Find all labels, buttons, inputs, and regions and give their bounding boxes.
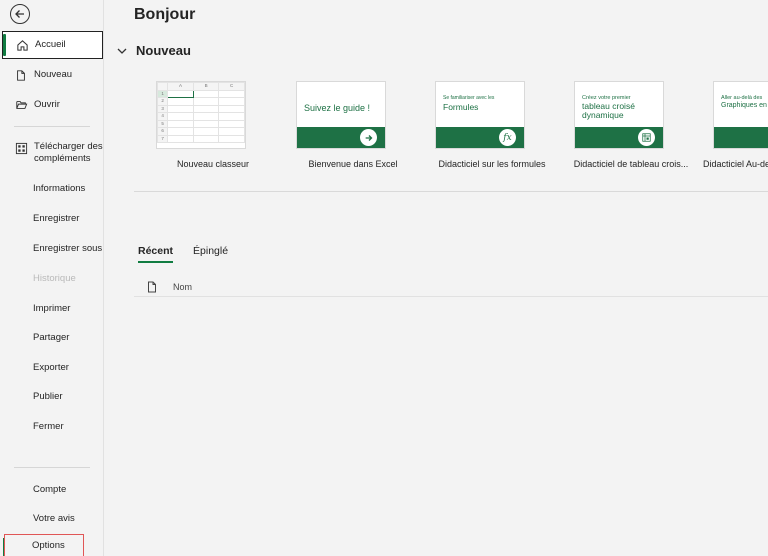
- sidebar-item-label: Publier: [33, 391, 63, 402]
- sidebar-divider: [14, 126, 90, 127]
- file-list-header: Nom: [134, 277, 768, 297]
- thumbnail-band: [714, 127, 768, 148]
- sidebar-item-label: Ouvrir: [34, 99, 60, 110]
- sidebar-item-print[interactable]: Imprimer: [0, 294, 104, 324]
- sidebar-item-publish[interactable]: Publier: [0, 382, 104, 412]
- sidebar-item-label: Accueil: [35, 39, 66, 50]
- addins-icon: [14, 141, 28, 155]
- home-icon: [15, 38, 29, 52]
- grid-row-header: 4: [157, 112, 169, 121]
- sidebar-item-label: Enregistrer sous: [33, 243, 103, 254]
- sidebar-item-save[interactable]: Enregistrer: [0, 204, 104, 234]
- column-header-name[interactable]: Nom: [173, 282, 192, 292]
- grid-col-header: A: [167, 82, 194, 91]
- sidebar-item-label: Télécharger des compléments: [34, 141, 103, 164]
- section-divider: [134, 191, 768, 192]
- backstage-sidebar: Accueil Nouveau Ouvrir Télécharger des c…: [0, 0, 104, 556]
- tab-pinned[interactable]: Épinglé: [193, 245, 228, 263]
- sidebar-item-save-as[interactable]: Enregistrer sous: [0, 234, 104, 264]
- grid-row-header: 3: [157, 104, 169, 113]
- template-thumbnail: Créez votre premier tableau croisé dynam…: [574, 81, 664, 149]
- sidebar-item-label: Votre avis: [33, 513, 75, 524]
- sidebar-item-label: Compte: [33, 484, 67, 495]
- backstage-main: Bonjour Nouveau A B C 1 2 3 4 5 6 7 Nouv…: [104, 0, 768, 556]
- sidebar-item-label: Nouveau: [34, 69, 73, 80]
- sidebar-item-open[interactable]: Ouvrir: [0, 90, 104, 120]
- sidebar-item-home[interactable]: Accueil: [2, 31, 103, 59]
- pivot-table-icon: [638, 129, 655, 146]
- template-caption: Didacticiel sur les formules: [438, 159, 546, 169]
- sidebar-item-label: Exporter: [33, 362, 69, 373]
- sidebar-item-share[interactable]: Partager: [0, 323, 104, 353]
- back-button[interactable]: [10, 4, 30, 24]
- sidebar-item-label: Options: [32, 540, 65, 551]
- sidebar-item-label: Fermer: [33, 421, 64, 432]
- grid-row-header: 7: [157, 134, 169, 143]
- spreadsheet-grid-preview: A B C 1 2 3 4 5 6 7: [157, 82, 245, 143]
- sidebar-item-export[interactable]: Exporter: [0, 353, 104, 383]
- sidebar-item-history: Historique: [0, 264, 104, 294]
- thumbnail-subtext: Aller au-delà des: [721, 95, 763, 101]
- template-caption: Nouveau classeur: [176, 159, 250, 169]
- template-thumbnail: Aller au-delà des Graphiques en: [713, 81, 768, 149]
- chevron-down-icon: [117, 48, 127, 54]
- sidebar-item-new[interactable]: Nouveau: [0, 60, 104, 90]
- template-thumbnail: Se familiariser avec les Formules fx: [435, 81, 525, 149]
- new-document-icon: [14, 68, 28, 82]
- page-title: Bonjour: [134, 6, 196, 23]
- grid-row-header: 2: [157, 97, 169, 106]
- thumbnail-subtext: Se familiariser avec les: [443, 95, 495, 101]
- grid-col-header: B: [192, 82, 220, 91]
- sidebar-item-account[interactable]: Compte: [0, 475, 104, 505]
- grid-row-header: 6: [157, 127, 169, 136]
- section-title: Nouveau: [136, 43, 191, 58]
- sidebar-item-close[interactable]: Fermer: [0, 412, 104, 442]
- arrow-left-icon: [15, 10, 24, 18]
- sidebar-item-options[interactable]: Options: [4, 534, 84, 556]
- template-caption: Didacticiel de tableau crois...: [573, 159, 689, 169]
- sidebar-item-label: Historique: [33, 273, 76, 284]
- file-type-icon: [148, 281, 156, 292]
- tab-recent[interactable]: Récent: [138, 245, 174, 263]
- sidebar-item-label: Informations: [33, 183, 86, 194]
- sidebar-divider: [14, 467, 90, 468]
- grid-row-header: 1: [157, 89, 169, 98]
- function-fx-icon: fx: [499, 129, 516, 146]
- template-caption: Bienvenue dans Excel: [308, 159, 398, 169]
- sidebar-item-label: Imprimer: [33, 303, 71, 314]
- grid-col-header: C: [218, 82, 245, 91]
- template-caption: Didacticiel Au-de: [703, 159, 768, 169]
- sidebar-item-label: Enregistrer: [33, 213, 80, 224]
- sidebar-item-get-addins[interactable]: Télécharger des compléments: [0, 138, 104, 170]
- grid-row-header: 5: [157, 119, 169, 128]
- thumbnail-text: tableau croisé dynamique: [582, 101, 635, 120]
- sidebar-item-info[interactable]: Informations: [0, 174, 104, 204]
- sidebar-item-label: Partager: [33, 332, 70, 343]
- thumbnail-text: Formules: [443, 102, 479, 112]
- folder-open-icon: [14, 98, 28, 112]
- arrow-right-icon: [360, 129, 377, 146]
- thumbnail-text: Graphiques en: [721, 102, 767, 109]
- thumbnail-text: Suivez le guide !: [304, 103, 371, 113]
- template-thumbnail: A B C 1 2 3 4 5 6 7: [156, 81, 246, 149]
- new-section-toggle[interactable]: Nouveau: [116, 43, 191, 58]
- sidebar-item-feedback[interactable]: Votre avis: [0, 504, 104, 534]
- file-list-tabs: Récent Épinglé: [138, 245, 248, 263]
- template-thumbnail: Suivez le guide !: [296, 81, 386, 149]
